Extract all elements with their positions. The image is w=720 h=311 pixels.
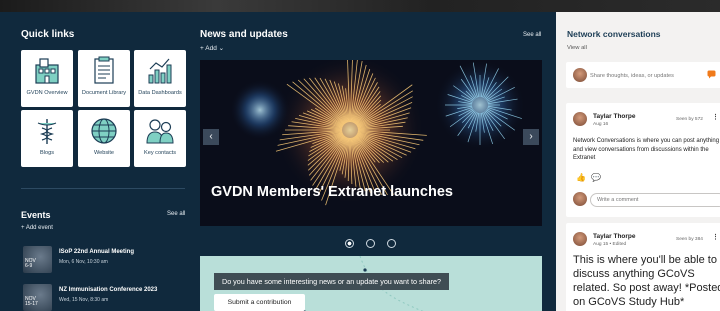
fireworks-image	[200, 60, 542, 226]
submit-contribution-button[interactable]: Submit a contribution	[214, 294, 305, 311]
event-time: Mon, 6 Nov, 10:30 am	[59, 259, 108, 265]
main-content: Quick links GVDN Overview Document Libra…	[0, 12, 556, 311]
network-conversations-panel: Network conversations View all Share tho…	[556, 12, 720, 311]
quick-links-title: Quick links	[21, 29, 75, 40]
more-options-icon[interactable]: ⋮	[712, 233, 719, 241]
author-name[interactable]: Taylar Thorpe	[593, 233, 636, 240]
event-days: 6-9	[25, 263, 33, 269]
tile-blogs[interactable]: Blogs	[21, 110, 73, 167]
share-prompt-banner: Do you have some interesting news or an …	[214, 273, 449, 290]
tile-label: Website	[93, 150, 115, 156]
event-date-thumbnail: NOV 6-9	[23, 246, 52, 273]
carousel-dot-1[interactable]	[345, 239, 354, 248]
carousel-prev-button[interactable]: ‹	[203, 129, 219, 145]
share-news-card: Do you have some interesting news or an …	[200, 256, 542, 311]
post-body: Network Conversations is where you can p…	[573, 138, 720, 161]
news-title: News and updates	[200, 29, 288, 40]
chart-icon	[148, 58, 172, 84]
like-icon[interactable]: 👍	[576, 173, 586, 182]
write-comment-input[interactable]: Write a comment	[590, 193, 720, 207]
events-title: Events	[21, 210, 51, 220]
add-news-button[interactable]: + Add ⌄	[200, 44, 224, 52]
document-icon	[94, 56, 114, 84]
events-see-all-link[interactable]: See all	[167, 211, 185, 217]
seen-count: Seen by 572	[676, 117, 703, 122]
event-item[interactable]: NOV 15-17 NZ Immunisation Conference 202…	[21, 284, 181, 311]
event-name: ISoP 22nd Annual Meeting	[59, 249, 135, 255]
tile-label: Blogs	[40, 150, 54, 156]
post-body: This is where you'll be able to discuss …	[573, 254, 720, 308]
chat-emoji-icon[interactable]	[707, 70, 716, 79]
avatar	[573, 68, 587, 82]
top-banner-strip	[0, 0, 720, 12]
event-time: Wed, 15 Nov, 8:30 am	[59, 297, 109, 303]
network-conversations-title: Network conversations	[567, 29, 661, 39]
compose-placeholder: Share thoughts, ideas, or updates	[590, 73, 674, 79]
tile-gvdn-overview[interactable]: GVDN Overview	[21, 50, 73, 107]
event-name: NZ Immunisation Conference 2023	[59, 287, 158, 293]
globe-icon	[91, 118, 117, 144]
news-hero-carousel[interactable]: GVDN Members' Extranet launches ‹ ›	[200, 60, 542, 226]
people-icon	[146, 119, 174, 144]
tile-data-dashboards[interactable]: Data Dashboards	[134, 50, 186, 107]
tile-label: Data Dashboards	[138, 90, 182, 96]
hero-caption: GVDN Members' Extranet launches	[211, 184, 453, 200]
event-item[interactable]: NOV 6-9 ISoP 22nd Annual Meeting Mon, 6 …	[21, 246, 181, 274]
commenter-avatar	[573, 192, 587, 206]
tile-label: Document Library	[81, 90, 127, 96]
carousel-dot-3[interactable]	[387, 239, 396, 248]
news-see-all-link[interactable]: See all	[523, 32, 541, 38]
tile-label: Key contacts	[143, 150, 177, 156]
author-avatar	[573, 112, 587, 126]
event-date-thumbnail: NOV 15-17	[23, 284, 52, 311]
seen-count: Seen by 384	[676, 237, 703, 242]
author-avatar	[573, 232, 587, 246]
add-event-button[interactable]: + Add event	[21, 225, 53, 231]
tile-label: GVDN Overview	[26, 90, 68, 96]
event-days: 15-17	[25, 301, 38, 307]
tile-key-contacts[interactable]: Key contacts	[134, 110, 186, 167]
compose-box[interactable]: Share thoughts, ideas, or updates	[566, 62, 720, 88]
divider	[21, 188, 185, 189]
carousel-dot-2[interactable]	[366, 239, 375, 248]
conversation-post: Taylar Thorpe Aug 16 Seen by 572 ⋮ Netwo…	[566, 103, 720, 217]
caduceus-icon	[37, 119, 57, 144]
tile-document-library[interactable]: Document Library	[78, 50, 130, 107]
post-date: Aug 16	[593, 122, 609, 127]
building-icon	[35, 58, 59, 84]
tile-website[interactable]: Website	[78, 110, 130, 167]
view-all-link[interactable]: View all	[567, 45, 587, 51]
conversation-post: Taylar Thorpe Aug 15 • Edited Seen by 38…	[566, 223, 720, 311]
author-name[interactable]: Taylar Thorpe	[593, 113, 636, 120]
comment-icon[interactable]: 💬	[591, 173, 601, 182]
carousel-next-button[interactable]: ›	[523, 129, 539, 145]
post-date: Aug 15 • Edited	[593, 242, 627, 247]
more-options-icon[interactable]: ⋮	[712, 113, 719, 121]
carousel-pagination	[345, 239, 396, 248]
